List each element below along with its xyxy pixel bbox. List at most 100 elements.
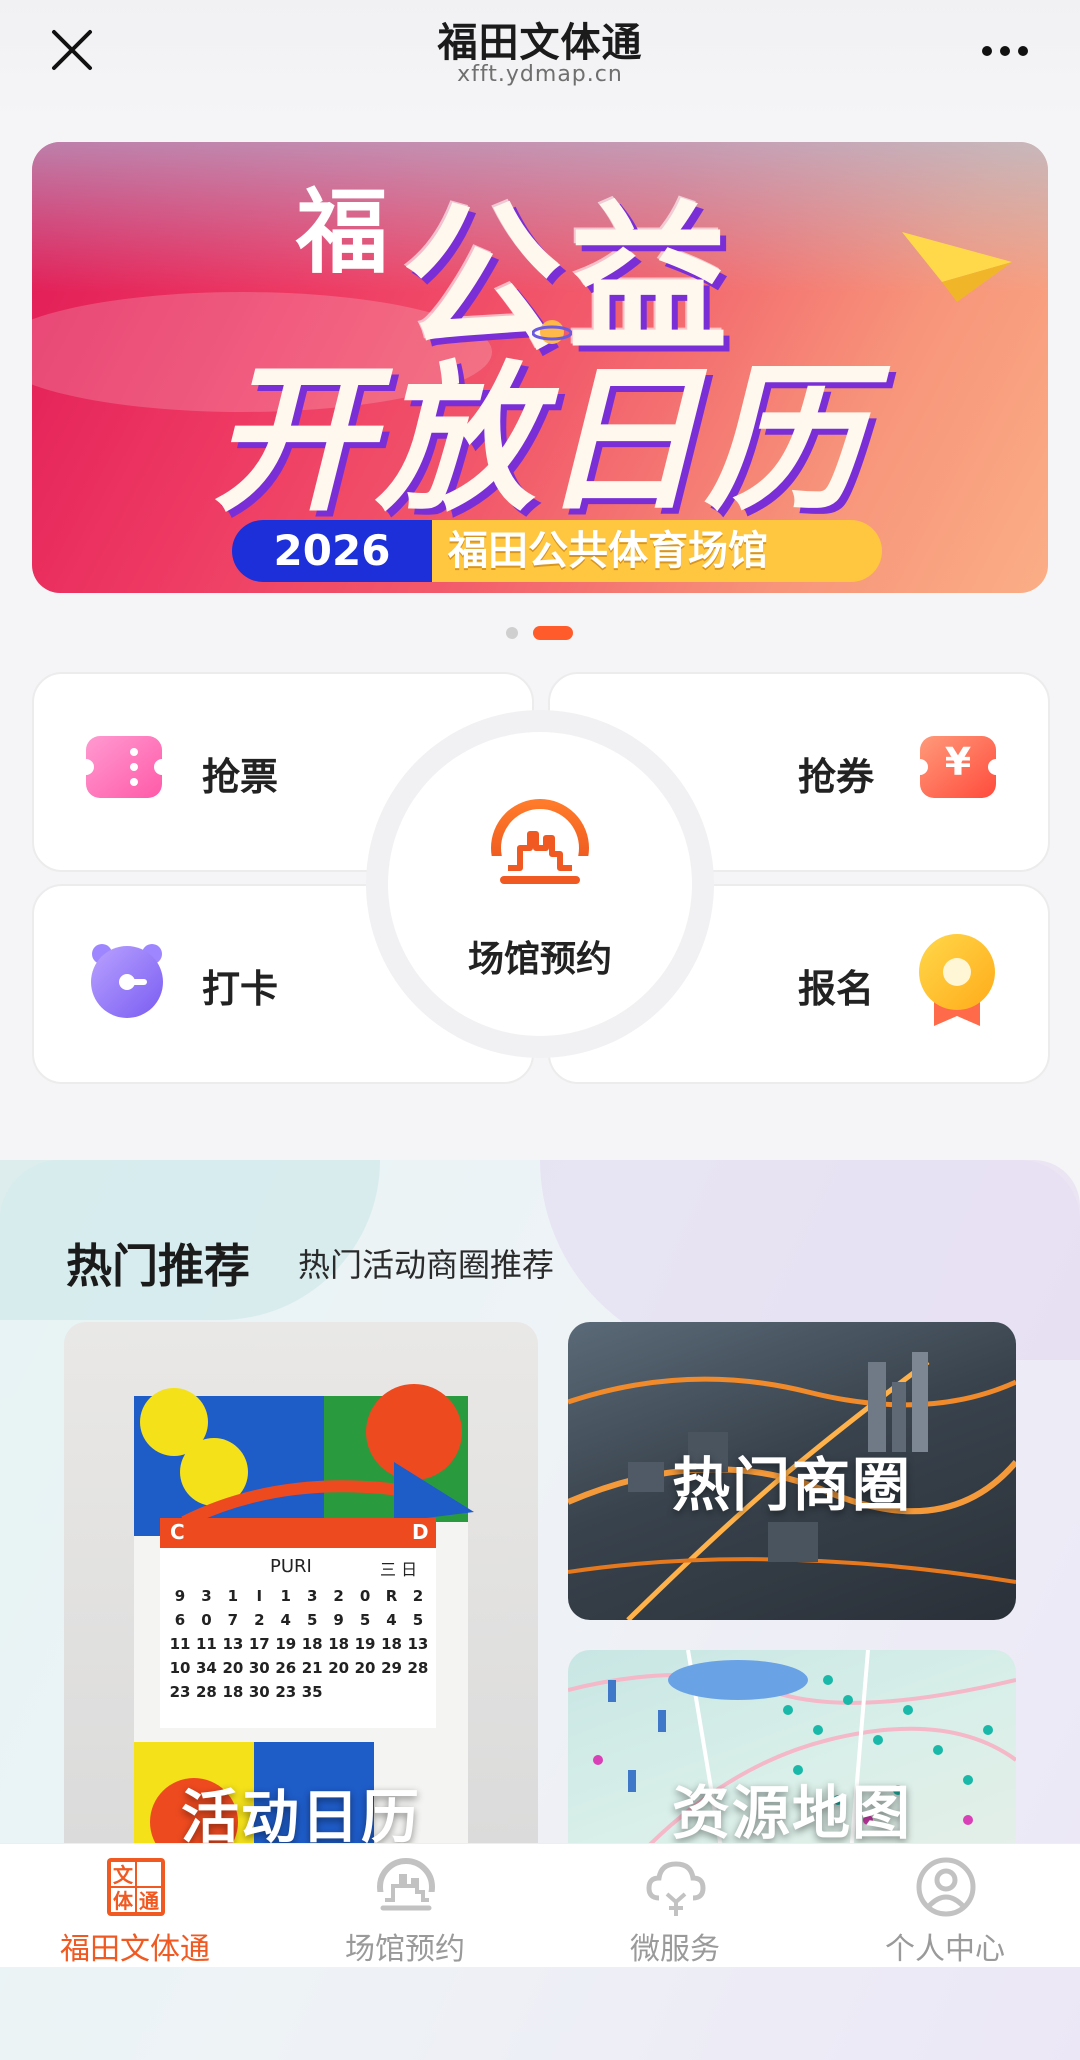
calendar-cell: 34 [196,1659,217,1677]
calendar-cell: 9 [174,1587,186,1605]
calendar-cell: 1 [227,1587,239,1605]
calendar-row: 6072459545 [168,1608,430,1632]
ticket-icon [82,736,166,798]
check-in-label: 打卡 [202,967,279,1011]
hot-subtitle: 热门活动商圈推荐 [298,1246,555,1284]
calendar-row: 23 28 18 30 23 35 [168,1680,430,1704]
nav-item-services[interactable]: 微服务 [540,1844,810,1967]
nav-item-home[interactable]: 文 体 通 福田文体通 [0,1844,270,1967]
calendar-cell [327,1680,351,1704]
planet-icon [532,320,572,344]
calendar-cell: 5 [359,1611,371,1629]
hot-district-tile[interactable]: 热门商圈 [568,1322,1016,1620]
carousel-dot-active[interactable] [533,626,573,640]
calendar-right-letter: D [412,1520,429,1544]
calendar-cell: 21 [301,1659,323,1677]
calendar-cell [353,1680,377,1704]
bottom-nav: 文 体 通 福田文体通 场馆预约 微服务 个人中心 [0,1843,1080,1967]
calendar-cell: 4 [280,1611,291,1629]
calendar-cell: 13 [222,1635,244,1653]
calendar-cell: 3 [201,1587,212,1605]
calendar-cell: 23 [169,1683,191,1701]
carousel-dot[interactable] [506,627,518,639]
calendar-cell: 13 [407,1635,429,1653]
calendar-cell: 9 [333,1611,344,1629]
medal-icon [919,934,995,1026]
cloud-service-icon [646,1861,706,1916]
calendar-header-right: 三 日 [380,1560,418,1579]
calendar-cell: 0 [201,1611,212,1629]
calendar-cell: 28 [196,1683,217,1701]
alarm-clock-icon [91,944,163,1018]
banner-logo: 福 [295,179,388,286]
calendar-cell: 20 [354,1659,376,1677]
calendar-cell: 17 [248,1635,270,1653]
grab-tickets-label: 抢票 [202,755,279,799]
calendar-cell: 18 [328,1635,350,1653]
calendar-header: PURI [270,1556,312,1577]
nav-label-services: 微服务 [630,1932,720,1967]
calendar-cell [406,1680,430,1704]
calendar-cell: 19 [354,1635,376,1653]
calendar-cell: 19 [275,1635,297,1653]
hot-district-label: 热门商圈 [671,1451,912,1519]
calendar-cell: 0 [359,1587,371,1605]
calendar-cell: 30 [248,1659,270,1677]
nav-item-venue[interactable]: 场馆预约 [270,1844,540,1967]
coupon-symbol: ¥ [944,740,972,784]
venue-booking-button[interactable] [388,732,692,1036]
calendar-cell: 11 [169,1635,191,1653]
calendar-cell: 26 [275,1659,297,1677]
svg-text:文: 文 [113,1863,134,1887]
calendar-cell: 5 [306,1611,318,1629]
calendar-cell: 23 [275,1683,297,1701]
venue-booking-label: 场馆预约 [467,939,612,980]
nav-label-profile: 个人中心 [885,1932,1005,1967]
activity-calendar-label: 活动日历 [180,1783,421,1851]
calendar-cell: 2 [333,1587,344,1605]
banner-venue: 福田公共体育场馆 [432,520,882,582]
calendar-cell: 30 [248,1683,270,1701]
calendar-cell: 28 [407,1659,429,1677]
paper-plane-icon [902,232,1012,302]
nav-label-venue: 场馆预约 [345,1932,465,1967]
banner-carousel[interactable]: 福 公益 开放日历 2026 福田公共体育场馆 [32,142,1048,593]
venue-icon [375,1858,437,1918]
grab-coupons-label: 抢券 [798,755,875,799]
calendar-cell: 2 [412,1587,424,1605]
calendar-cell: 2 [254,1611,265,1629]
activity-calendar-tile[interactable]: C D PURI 三 日 9 3 1 I 1 3 2 0 R 2 6 0 7 2 4 5 9 5 4 5 11 11 13 1… [64,1322,538,1882]
resource-map-label: 资源地图 [671,1779,912,1847]
calendar-cell: 18 [222,1683,244,1701]
calendar-cell: 29 [381,1659,402,1677]
page-title: 福田文体通 [437,20,643,66]
calendar-cell: R [385,1587,398,1605]
nav-item-profile[interactable]: 个人中心 [810,1844,1080,1967]
calendar-cell: 1 [280,1587,291,1605]
calendar-cell: 6 [174,1611,186,1629]
svg-text:通: 通 [139,1889,159,1913]
calendar-cell: 3 [306,1587,318,1605]
banner-pill: 2026 福田公共体育场馆 [232,520,882,582]
calendar-cell: 18 [381,1635,402,1653]
calendar-cell: 35 [301,1683,323,1701]
calendar-cell: I [256,1587,263,1605]
svg-text:体: 体 [113,1889,134,1913]
user-profile-icon [916,1857,976,1917]
hot-title: 热门推荐 [66,1239,250,1293]
calendar-grid: 9 3 1 I 1 3 2 0 R 2 6 0 7 2 4 5 9 5 4 5 11 11 13 17 19 18 18 19 18 13… [168,1584,430,1704]
page-url: xfft.ydmap.cn [457,62,623,87]
calendar-cell: 7 [227,1611,239,1629]
calendar-cell: 4 [386,1611,397,1629]
calendar-cell: 20 [222,1659,244,1677]
calendar-cell: 20 [328,1659,350,1677]
sign-up-label: 报名 [798,967,875,1011]
calendar-cell: 5 [412,1611,424,1629]
more-icon[interactable] [980,44,1030,58]
calendar-left-letter: C [170,1520,185,1544]
stadium-icon [490,799,590,898]
calendar-cell [380,1680,404,1704]
banner-year: 2026 [232,520,432,582]
calendar-cell: 18 [301,1635,323,1653]
futian-logo-icon: 文 体 通 [107,1858,165,1916]
